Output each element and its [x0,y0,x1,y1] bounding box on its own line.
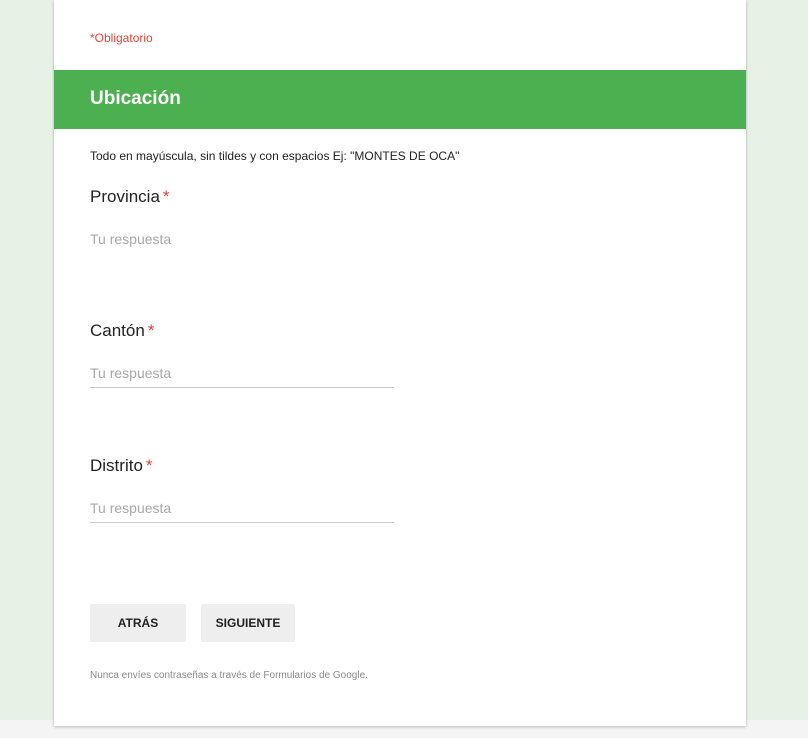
required-star: * [147,321,155,340]
back-button[interactable]: ATRÁS [90,604,186,642]
question-canton: Cantón * [90,321,690,388]
form-card: *Obligatorio Ubicación Todo en mayúscula… [54,0,746,726]
section-header: Ubicación [54,70,746,129]
question-label: Provincia * [90,187,690,207]
page-background: *Obligatorio Ubicación Todo en mayúscula… [0,0,808,738]
password-warning: Nunca envíes contraseñas a través de For… [90,670,368,681]
provincia-input[interactable] [90,231,394,253]
question-label: Cantón * [90,321,690,341]
required-star: * [162,187,170,206]
required-note: *Obligatorio [90,31,153,45]
distrito-input[interactable] [90,500,394,523]
section-description: Todo en mayúscula, sin tildes y con espa… [90,149,460,163]
section-title: Ubicación [90,88,181,109]
next-button[interactable]: SIGUIENTE [201,604,295,642]
question-label-text: Cantón [90,321,145,340]
question-distrito: Distrito * [90,456,690,523]
question-label-text: Distrito [90,456,143,475]
question-provincia: Provincia * [90,187,690,253]
required-star: * [145,456,153,475]
question-label-text: Provincia [90,187,160,206]
question-label: Distrito * [90,456,690,476]
canton-input[interactable] [90,365,394,388]
